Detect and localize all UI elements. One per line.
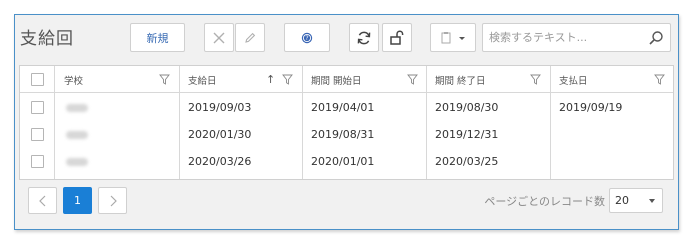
table-cell: 2019/08/31 (311, 127, 375, 141)
filter-icon[interactable] (282, 74, 293, 85)
prev-page-button[interactable] (28, 187, 57, 214)
row-checkbox[interactable] (31, 101, 44, 114)
chevron-right-icon (110, 195, 117, 206)
records-per-page-label: ページごとのレコード数 (484, 195, 605, 208)
clipboard-dropdown-icon (441, 31, 465, 43)
records-per-page-select[interactable]: 20 (609, 188, 663, 213)
svg-text:?: ? (305, 35, 308, 42)
column-header-period-start[interactable]: 期間 開始日 (311, 66, 362, 93)
table-cell: 2020/01/30 (188, 127, 252, 141)
search-icon[interactable] (648, 30, 664, 46)
filter-icon[interactable] (530, 74, 541, 85)
table-cell: 2019/12/31 (435, 127, 499, 141)
clipboard-dropdown-button[interactable] (430, 23, 476, 52)
unlock-icon (390, 30, 404, 45)
table-cell: 2020/03/26 (188, 154, 252, 168)
filter-icon[interactable] (407, 74, 418, 85)
column-header-paid-day[interactable]: 支払日 (559, 66, 588, 93)
unlock-button[interactable] (382, 23, 412, 52)
table-cell: 2020/01/01 (311, 154, 375, 168)
pencil-icon (245, 32, 256, 43)
data-grid: 学校 支給日 ↑ 期間 開始日 期間 終了日 支払日 2019/09/03 20… (19, 65, 674, 180)
next-page-button[interactable] (98, 187, 127, 214)
row-checkbox[interactable] (31, 128, 44, 141)
chevron-left-icon (38, 195, 45, 206)
table-cell: 2019/09/03 (188, 100, 252, 114)
records-per-page-value: 20 (615, 194, 629, 207)
school-name-redacted (66, 104, 88, 112)
school-name-redacted (66, 131, 88, 139)
table-cell: 2019/08/30 (435, 100, 499, 114)
page-button-current[interactable]: 1 (63, 187, 92, 214)
refresh-button[interactable] (349, 23, 379, 52)
table-cell: 2020/03/25 (435, 154, 499, 168)
refresh-icon (357, 31, 371, 44)
page-title: 支給回 (20, 29, 74, 49)
new-button-label: 新規 (146, 31, 169, 45)
column-header-period-end[interactable]: 期間 終了日 (435, 66, 486, 93)
school-name-redacted (66, 158, 88, 166)
close-icon (213, 32, 225, 43)
search-input[interactable] (483, 24, 643, 51)
help-icon: ? (301, 32, 313, 43)
page-number: 1 (74, 194, 81, 207)
help-button[interactable]: ? (284, 23, 330, 52)
filter-icon[interactable] (159, 74, 170, 85)
app-window: 支給回 新規 ? 検索するテキスト... 学校 支給日 ↑ 期間 開始日 期間 … (14, 14, 679, 230)
sort-asc-icon[interactable]: ↑ (266, 66, 275, 93)
edit-button[interactable] (235, 23, 265, 52)
column-header-payment-day[interactable]: 支給日 (188, 66, 217, 93)
delete-button[interactable] (204, 23, 234, 52)
filter-icon[interactable] (654, 74, 665, 85)
new-button[interactable]: 新規 (130, 23, 185, 52)
row-checkbox[interactable] (31, 155, 44, 168)
table-cell: 2019/09/19 (559, 100, 623, 114)
chevron-down-icon (649, 199, 655, 203)
column-header-school[interactable]: 学校 (64, 66, 83, 93)
table-cell: 2019/04/01 (311, 100, 375, 114)
select-all-checkbox[interactable] (31, 73, 44, 86)
search-box (482, 23, 671, 52)
